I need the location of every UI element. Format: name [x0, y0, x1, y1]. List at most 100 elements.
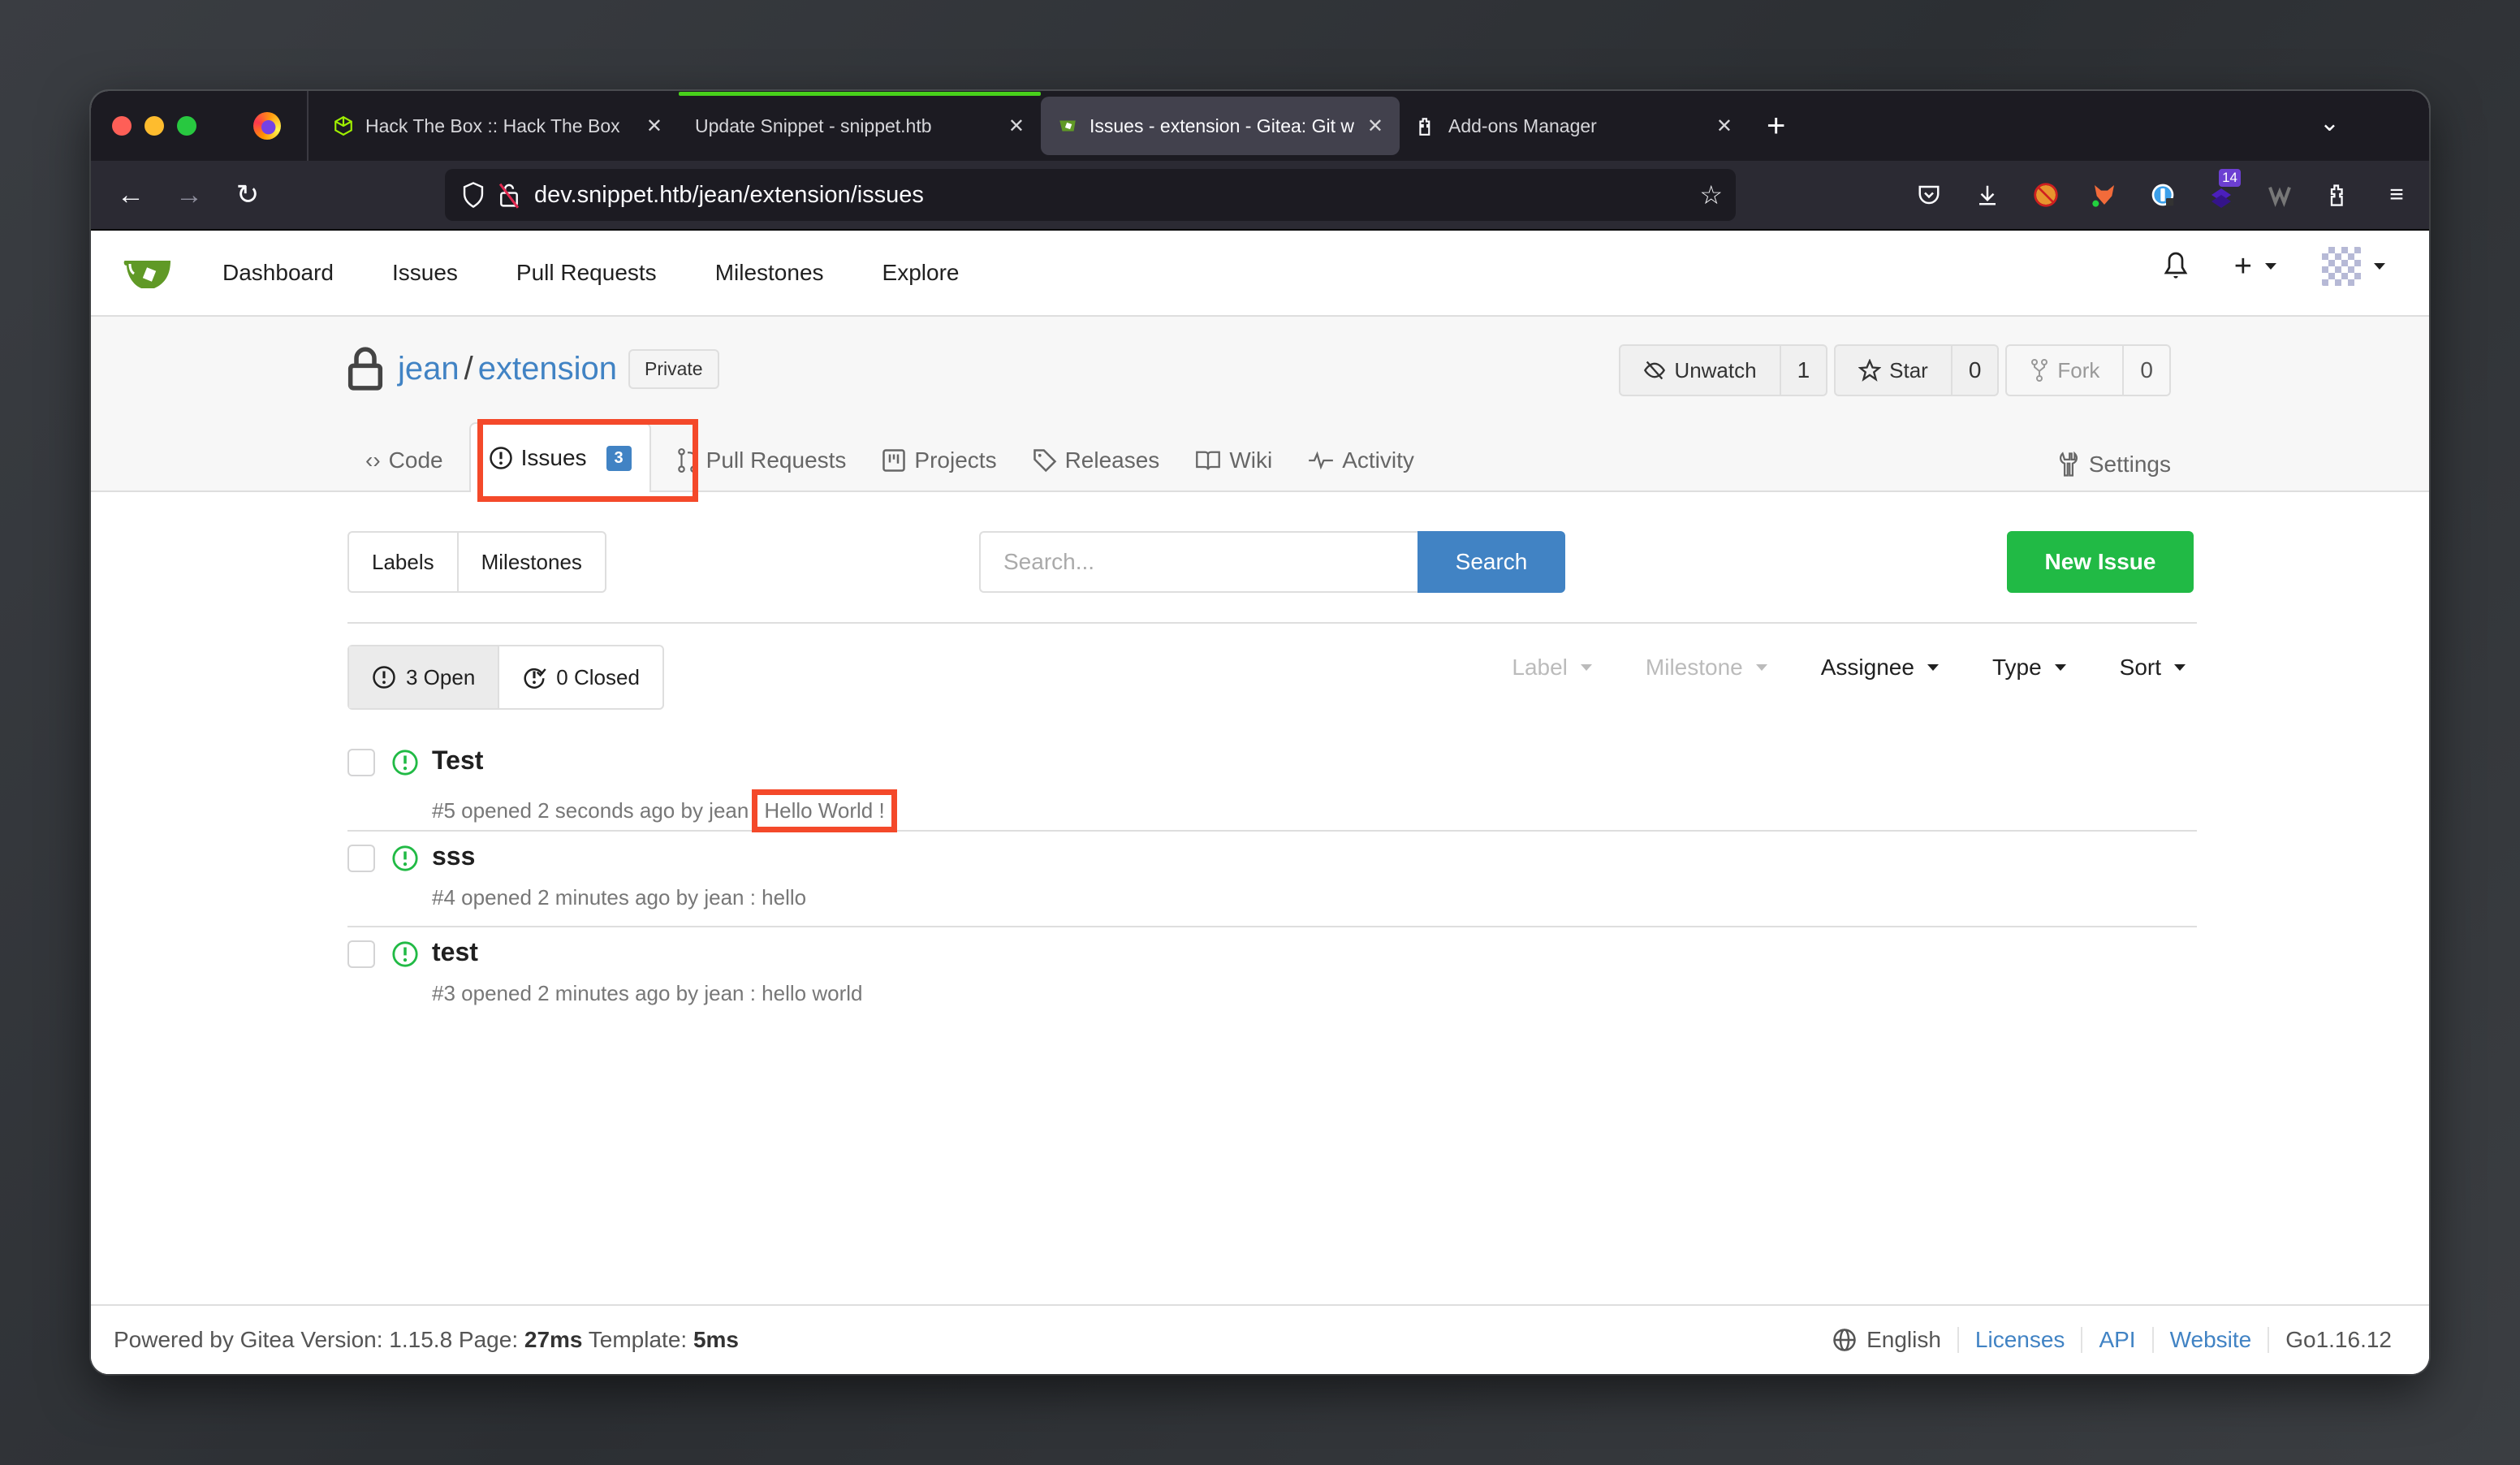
label-filter-dropdown[interactable]: Label: [1512, 655, 1592, 681]
nav-explore[interactable]: Explore: [882, 260, 960, 286]
tab-update-snippet[interactable]: Update Snippet - snippet.htb ✕: [679, 92, 1041, 155]
user-menu-dropdown[interactable]: [2322, 247, 2385, 286]
tab-addons-manager[interactable]: Add-ons Manager ✕: [1400, 97, 1749, 155]
issue-checkbox[interactable]: [347, 940, 375, 968]
nav-issues[interactable]: Issues: [392, 260, 458, 286]
issue-meta: #3 opened 2 minutes ago by jean : hello …: [432, 981, 863, 1005]
plus-icon: +: [2233, 248, 2252, 283]
gitea-logo-icon[interactable]: [123, 254, 172, 292]
issue-checkbox[interactable]: [347, 749, 375, 776]
tab-label: Activity: [1342, 447, 1414, 473]
search-button[interactable]: Search: [1418, 531, 1565, 593]
issue-row: sss #4 opened 2 minutes ago by jean : he…: [347, 832, 2197, 927]
close-tab-icon[interactable]: ✕: [1362, 115, 1383, 138]
stars-count[interactable]: 0: [1953, 357, 1998, 383]
wayback-extension-icon[interactable]: [2259, 172, 2301, 218]
navigation-toolbar: ← → ↻ dev.snippet.htb/jean/extension/iss…: [91, 161, 2429, 231]
address-bar[interactable]: dev.snippet.htb/jean/extension/issues ☆: [445, 169, 1736, 221]
insecure-lock-icon[interactable]: [497, 181, 521, 209]
milestones-button[interactable]: Milestones: [456, 533, 605, 591]
issue-title-link[interactable]: test: [432, 937, 478, 967]
repo-owner-link[interactable]: jean: [398, 351, 460, 387]
repo-forked-icon: [2031, 359, 2048, 382]
closed-count-label: 0 Closed: [556, 664, 640, 689]
language-selector[interactable]: English: [1816, 1327, 1957, 1353]
close-window-button[interactable]: [112, 116, 132, 136]
tab-gitea-issues[interactable]: Issues - extension - Gitea: Git w ✕: [1041, 97, 1400, 155]
tools-icon: [2059, 452, 2078, 477]
nav-pull-requests[interactable]: Pull Requests: [516, 260, 657, 286]
reload-icon[interactable]: ↻: [226, 173, 270, 217]
back-arrow-icon[interactable]: ←: [109, 173, 153, 217]
labels-milestones-group: Labels Milestones: [347, 531, 606, 593]
bookmark-star-icon[interactable]: ☆: [1699, 179, 1723, 210]
onepassword-extension-icon[interactable]: [2142, 172, 2184, 218]
tab-wiki[interactable]: Wiki: [1177, 429, 1290, 492]
foxyproxy-extension-icon[interactable]: [2083, 172, 2125, 218]
fork-button[interactable]: Fork 0: [2005, 344, 2171, 396]
issue-title-link[interactable]: sss: [432, 841, 475, 871]
closed-issues-button[interactable]: 0 Closed: [498, 646, 662, 708]
wappalyzer-extension-icon[interactable]: 14: [2200, 169, 2242, 218]
issue-row: Test #5 opened 2 seconds ago by jean Hell…: [347, 736, 2197, 832]
close-tab-icon[interactable]: ✕: [994, 115, 1025, 138]
unwatch-button[interactable]: Unwatch 1: [1619, 344, 1828, 396]
sort-dropdown[interactable]: Sort: [2120, 655, 2186, 681]
labels-button[interactable]: Labels: [349, 533, 457, 591]
template-time: 5ms: [693, 1327, 739, 1352]
licenses-link[interactable]: Licenses: [1957, 1327, 2082, 1353]
nav-milestones[interactable]: Milestones: [715, 260, 824, 286]
avatar: [2322, 247, 2361, 286]
extensions-puzzle-icon[interactable]: [2317, 172, 2359, 218]
new-tab-icon[interactable]: +: [1767, 108, 1785, 145]
forks-count[interactable]: 0: [2124, 357, 2169, 383]
repo-header: jean / extension Private Unwatch 1 Star …: [91, 317, 2429, 502]
hamburger-menu-icon[interactable]: ≡: [2375, 172, 2418, 218]
tab-activity[interactable]: Activity: [1290, 429, 1432, 492]
tab-settings[interactable]: Settings: [2058, 452, 2171, 478]
repo-name-link[interactable]: extension: [478, 351, 617, 387]
watchers-count[interactable]: 1: [1781, 357, 1827, 383]
pulse-icon: [1309, 451, 1334, 470]
tab-label: Releases: [1064, 447, 1160, 473]
milestone-filter-dropdown[interactable]: Milestone: [1646, 655, 1767, 681]
go-version: Go1.16.12: [2268, 1327, 2408, 1353]
issue-open-status-icon: [392, 845, 418, 871]
tag-icon: [1033, 449, 1056, 473]
bell-notification-icon[interactable]: [2163, 250, 2189, 283]
assignee-filter-dropdown[interactable]: Assignee: [1821, 655, 1939, 681]
zoom-window-button[interactable]: [177, 116, 196, 136]
pocket-icon[interactable]: [1908, 172, 1950, 218]
open-issues-button[interactable]: 3 Open: [349, 646, 498, 708]
close-tab-icon[interactable]: ✕: [1702, 115, 1732, 138]
create-new-dropdown[interactable]: +: [2234, 249, 2276, 284]
api-link[interactable]: API: [2081, 1327, 2151, 1353]
website-link[interactable]: Website: [2151, 1327, 2268, 1353]
shield-icon[interactable]: [461, 181, 485, 209]
foxyproxy-disabled-extension-icon[interactable]: [2025, 172, 2067, 218]
issue-title-link[interactable]: Test: [432, 745, 483, 776]
tab-hack-the-box[interactable]: Hack The Box :: Hack The Box ✕: [317, 97, 679, 155]
minimize-window-button[interactable]: [145, 116, 164, 136]
star-button[interactable]: Star 0: [1834, 344, 2000, 396]
forward-arrow-icon[interactable]: →: [167, 173, 211, 217]
tab-separator: [307, 91, 309, 161]
type-filter-dropdown[interactable]: Type: [1992, 655, 2066, 681]
issue-highlighted-text: Hello World !: [752, 789, 897, 832]
tab-releases[interactable]: Releases: [1015, 429, 1178, 492]
url-text[interactable]: dev.snippet.htb/jean/extension/issues: [534, 182, 924, 209]
gitea-icon: [1059, 120, 1076, 132]
filter-label: Assignee: [1820, 655, 1914, 680]
search-input[interactable]: [979, 531, 1418, 593]
book-icon: [1196, 451, 1221, 470]
tab-projects[interactable]: Projects: [864, 429, 1014, 492]
new-issue-button[interactable]: New Issue: [2007, 531, 2194, 593]
tab-code[interactable]: ‹› Code: [347, 429, 461, 492]
downloads-icon[interactable]: [1966, 172, 2009, 218]
lock-icon: [347, 347, 383, 391]
issue-checkbox[interactable]: [347, 845, 375, 872]
list-all-tabs-chevron-icon[interactable]: ⌄: [2319, 109, 2340, 137]
repo-title: jean / extension Private: [347, 346, 719, 391]
close-tab-icon[interactable]: ✕: [632, 115, 662, 138]
nav-dashboard[interactable]: Dashboard: [222, 260, 334, 286]
